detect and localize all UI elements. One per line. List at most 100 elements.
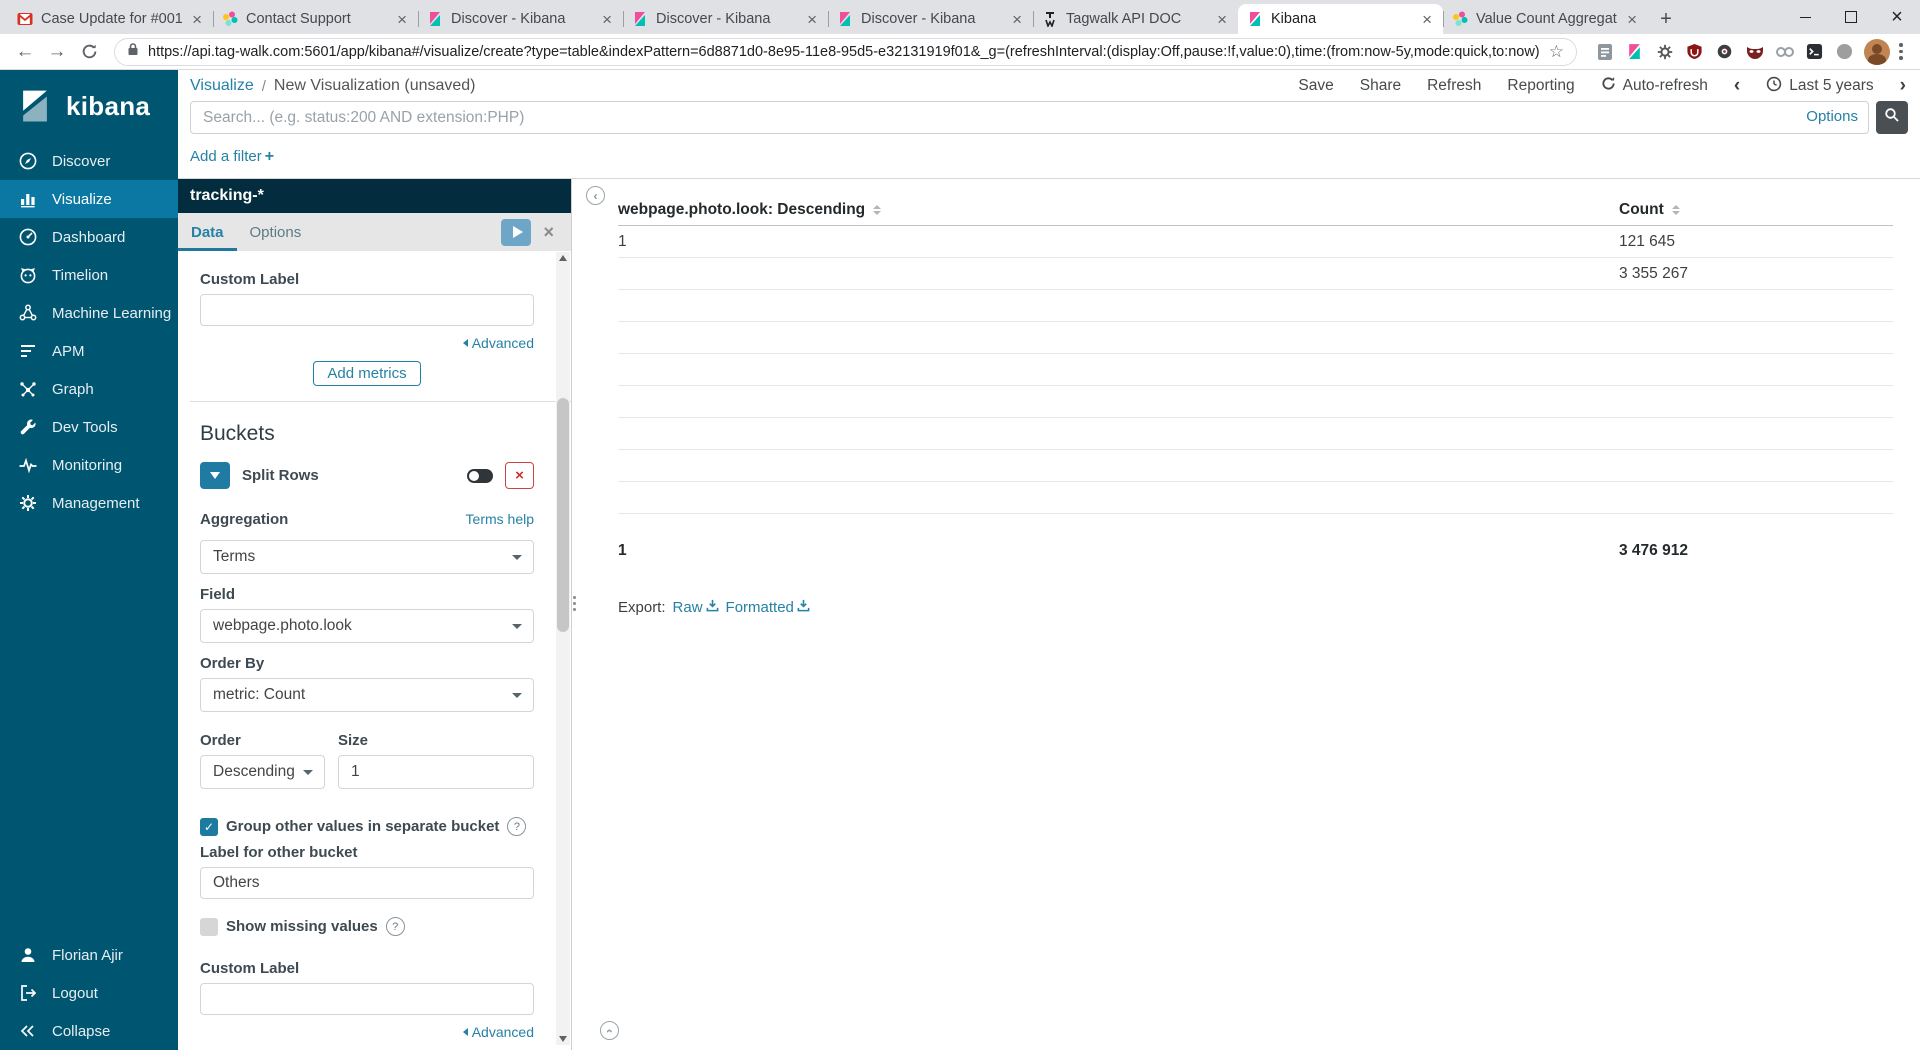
size-input[interactable] xyxy=(338,755,534,789)
browser-tab[interactable]: Discover - Kibana × xyxy=(828,4,1033,34)
breadcrumb-visualize-link[interactable]: Visualize xyxy=(190,77,254,95)
maximize-button[interactable] xyxy=(1828,0,1874,34)
remove-bucket-button[interactable]: × xyxy=(505,462,534,489)
sidebar-item-visualize[interactable]: Visualize xyxy=(0,180,178,218)
reload-button[interactable] xyxy=(74,37,104,67)
scroll-top-button[interactable]: ‹ xyxy=(600,1021,619,1040)
scroll-down-icon[interactable] xyxy=(559,1036,567,1042)
forward-button[interactable]: → xyxy=(42,37,72,67)
column-header-bucket[interactable]: webpage.photo.look: Descending xyxy=(618,201,865,219)
metric-custom-label-input[interactable] xyxy=(200,294,534,326)
tab-close-icon[interactable]: × xyxy=(1215,11,1229,28)
reporting-button[interactable]: Reporting xyxy=(1507,77,1574,95)
aggregation-select[interactable]: Terms xyxy=(200,540,534,574)
tab-close-icon[interactable]: × xyxy=(190,11,204,28)
address-bar[interactable]: https://api.tag-walk.com:5601/app/kibana… xyxy=(114,37,1577,66)
order-select[interactable]: Descending xyxy=(200,755,325,789)
search-button[interactable] xyxy=(1876,101,1908,134)
browser-tab[interactable]: Case Update for #00186796 × xyxy=(8,4,213,34)
sidebar-item-graph[interactable]: Graph xyxy=(0,370,178,408)
mask-extension-icon[interactable] xyxy=(1745,42,1764,61)
time-forward-chevron[interactable]: › xyxy=(1900,75,1906,97)
search-options-link[interactable]: Options xyxy=(1806,108,1858,125)
share-button[interactable]: Share xyxy=(1360,77,1401,95)
disable-agg-toggle[interactable] xyxy=(467,468,493,483)
kibana-extension-icon[interactable] xyxy=(1625,42,1644,61)
save-button[interactable]: Save xyxy=(1298,77,1333,95)
sidebar-item-dev-tools[interactable]: Dev Tools xyxy=(0,408,178,446)
new-tab-button[interactable]: + xyxy=(1648,4,1684,34)
scroll-up-icon[interactable] xyxy=(559,255,567,261)
browser-menu-icon[interactable] xyxy=(1892,39,1910,65)
auto-refresh-button[interactable]: Auto-refresh xyxy=(1601,76,1708,96)
help-icon[interactable]: ? xyxy=(507,817,527,836)
tab-close-icon[interactable]: × xyxy=(1420,11,1434,28)
sidebar-item-apm[interactable]: APM xyxy=(0,332,178,370)
sidebar-item-timelion[interactable]: Timelion xyxy=(0,256,178,294)
export-raw-link[interactable]: Raw xyxy=(673,599,719,616)
sort-icon[interactable] xyxy=(873,204,882,215)
panel-scrollbar[interactable] xyxy=(556,252,570,1045)
sidebar-item-collapse[interactable]: Collapse xyxy=(0,1012,178,1050)
column-header-count[interactable]: Count xyxy=(1619,201,1664,219)
pdf-extension-icon[interactable] xyxy=(1595,42,1614,61)
bookmark-star-icon[interactable]: ☆ xyxy=(1549,42,1564,62)
sort-icon[interactable] xyxy=(1671,204,1680,215)
ublock-extension-icon[interactable] xyxy=(1685,42,1704,61)
other-bucket-label-input[interactable] xyxy=(200,867,534,899)
order-by-select[interactable]: metric: Count xyxy=(200,678,534,712)
sidebar-item-discover[interactable]: Discover xyxy=(0,142,178,180)
time-back-chevron[interactable]: ‹ xyxy=(1734,75,1740,97)
browser-tab[interactable]: Discover - Kibana × xyxy=(418,4,623,34)
proxy-extension-icon[interactable] xyxy=(1775,42,1794,61)
triangle-left-icon xyxy=(462,339,468,347)
scrollbar-thumb[interactable] xyxy=(557,398,569,632)
discard-changes-button[interactable]: × xyxy=(543,222,554,243)
refresh-button[interactable]: Refresh xyxy=(1427,77,1481,95)
tab-data[interactable]: Data xyxy=(178,213,237,251)
sidebar-item-machine-learning[interactable]: Machine Learning xyxy=(0,294,178,332)
advanced-toggle[interactable]: Advanced xyxy=(200,1024,534,1040)
back-button[interactable]: ← xyxy=(10,37,40,67)
sidebar-item-user[interactable]: Florian Ajir xyxy=(0,936,178,974)
tab-close-icon[interactable]: × xyxy=(1625,11,1639,28)
gear-extension-icon[interactable] xyxy=(1655,42,1674,61)
advanced-toggle[interactable]: Advanced xyxy=(200,335,534,351)
sidebar-item-dashboard[interactable]: Dashboard xyxy=(0,218,178,256)
tab-close-icon[interactable]: × xyxy=(805,11,819,28)
tab-close-icon[interactable]: × xyxy=(1010,11,1024,28)
collapse-agg-button[interactable] xyxy=(200,462,230,489)
kibana-logo[interactable]: kibana xyxy=(0,70,178,142)
sidebar-item-management[interactable]: Management xyxy=(0,484,178,522)
browser-tab[interactable]: Discover - Kibana × xyxy=(623,4,828,34)
add-filter-button[interactable]: Add a filter + xyxy=(190,148,274,166)
panel-resize-handle[interactable] xyxy=(570,596,578,611)
terms-help-link[interactable]: Terms help xyxy=(466,511,534,527)
tab-close-icon[interactable]: × xyxy=(395,11,409,28)
browser-tab[interactable]: Tagwalk API DOC × xyxy=(1033,4,1238,34)
profile-avatar[interactable] xyxy=(1864,38,1890,65)
close-window-button[interactable]: × xyxy=(1874,0,1920,34)
add-metrics-button[interactable]: Add metrics xyxy=(313,361,421,386)
browser-tab-active[interactable]: Kibana × xyxy=(1238,4,1443,34)
tab-options[interactable]: Options xyxy=(237,213,315,251)
show-missing-checkbox[interactable] xyxy=(200,917,218,936)
bucket-custom-label-input[interactable] xyxy=(200,983,534,1015)
help-icon[interactable]: ? xyxy=(385,917,405,936)
group-other-checkbox[interactable]: ✓ xyxy=(200,817,218,836)
export-formatted-link[interactable]: Formatted xyxy=(726,599,810,616)
minimize-button[interactable] xyxy=(1782,0,1828,34)
collapse-editor-button[interactable]: ‹ xyxy=(586,186,605,205)
sidebar-item-monitoring[interactable]: Monitoring xyxy=(0,446,178,484)
field-select[interactable]: webpage.photo.look xyxy=(200,609,534,643)
timepicker-button[interactable]: Last 5 years xyxy=(1766,76,1874,97)
sidebar-item-logout[interactable]: Logout xyxy=(0,974,178,1012)
apply-changes-button[interactable] xyxy=(501,218,532,246)
browser-tab[interactable]: Contact Support × xyxy=(213,4,418,34)
circle-extension-icon[interactable] xyxy=(1835,42,1854,61)
terminal-extension-icon[interactable] xyxy=(1805,42,1824,61)
settings-extension-icon[interactable] xyxy=(1715,42,1734,61)
search-input[interactable] xyxy=(190,101,1869,134)
browser-tab[interactable]: Value Count Aggregation | E × xyxy=(1443,4,1648,34)
tab-close-icon[interactable]: × xyxy=(600,11,614,28)
